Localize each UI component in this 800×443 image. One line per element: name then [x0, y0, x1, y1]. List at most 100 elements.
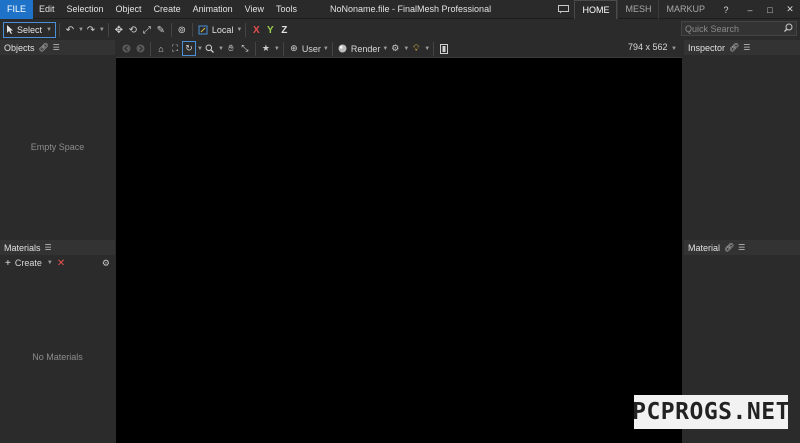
plus-icon[interactable]: + [5, 258, 11, 269]
chat-icon[interactable] [552, 0, 574, 19]
delete-icon[interactable]: ✕ [57, 258, 65, 269]
link-icon[interactable]: 🔗︎ [729, 43, 739, 52]
menu-object[interactable]: Object [110, 4, 148, 14]
menu-edit[interactable]: Edit [33, 4, 61, 14]
axis-y-toggle[interactable]: Y [263, 22, 277, 38]
create-material-button[interactable]: Create [15, 258, 42, 268]
watermark: PCPROGS.NET [632, 395, 789, 429]
chevron-down-icon[interactable]: ▼ [47, 260, 53, 266]
objects-panel-title: Objects [4, 42, 35, 53]
toolbar-divider [107, 23, 109, 37]
coordinate-space-label[interactable]: Local [210, 25, 236, 35]
move-icon[interactable]: ✥ [112, 22, 126, 38]
inspector-panel: Inspector 🔗︎ ☰ [684, 40, 800, 237]
light-bulb-icon[interactable]: 💡︎ [409, 41, 423, 56]
chevron-down-icon[interactable]: ▼ [99, 27, 105, 33]
toolbar-divider [331, 41, 333, 56]
maximize-button[interactable]: □ [760, 0, 780, 19]
quick-search-input[interactable] [685, 23, 780, 34]
materials-empty-text: No Materials [32, 352, 83, 362]
toolbar-divider [150, 41, 151, 56]
3d-viewport[interactable] [116, 57, 682, 443]
inspector-panel-header: Inspector 🔗︎ ☰ [684, 40, 800, 55]
titlebar-controls: HOME MESH MARKUP ? – □ ✕ [552, 0, 800, 19]
render-mode-label[interactable]: Render [350, 44, 382, 54]
chevron-down-icon[interactable]: ▼ [323, 46, 329, 52]
link-icon[interactable]: 🔗︎ [724, 243, 734, 252]
tab-markup[interactable]: MARKUP [658, 0, 712, 19]
quick-search [681, 21, 797, 36]
home-icon[interactable]: ⌂ [154, 41, 168, 56]
chevron-down-icon[interactable]: ▼ [236, 27, 242, 33]
cursor-icon [7, 24, 14, 36]
star-icon[interactable]: ★ [259, 41, 273, 56]
link-icon[interactable]: 🔗︎ [39, 43, 49, 52]
inspector-panel-title: Inspector [688, 42, 726, 53]
redo-icon[interactable]: ↷ [84, 22, 98, 38]
title-bar: FILE Edit Selection Object Create Animat… [0, 0, 800, 19]
pivot-icon[interactable]: ⊚ [175, 22, 189, 38]
search-icon[interactable] [784, 23, 793, 34]
toolbar-divider [191, 23, 193, 37]
materials-panel-header: Materials ☰ [0, 240, 115, 255]
select-tool-label: Select [17, 25, 43, 35]
back-icon[interactable] [119, 41, 133, 56]
toolbar-divider [433, 41, 435, 56]
toolbar-divider [245, 23, 247, 37]
rotate-icon[interactable]: ⟲ [126, 22, 140, 38]
fit-view-icon[interactable]: ⛶ [168, 41, 182, 56]
menu-view[interactable]: View [239, 4, 270, 14]
zoom-icon[interactable] [203, 41, 217, 56]
objects-panel: Objects 🔗︎ ☰ Empty Space [0, 40, 115, 237]
materials-panel-title: Materials [4, 242, 41, 253]
list-menu-icon[interactable]: ☰ [743, 43, 750, 52]
viewport-resolution[interactable]: 794 x 562 ▼ [628, 42, 677, 52]
menu-animation[interactable]: Animation [187, 4, 239, 14]
toolbar-divider [58, 23, 60, 37]
window-title: NoNoname.file - FinalMesh Professional [330, 4, 492, 14]
list-menu-icon[interactable]: ☰ [45, 243, 52, 252]
viewport-resolution-label: 794 x 562 [627, 42, 668, 52]
chevron-down-icon[interactable]: ▼ [424, 46, 430, 52]
chevron-down-icon: ▼ [671, 46, 677, 52]
forward-icon[interactable] [133, 41, 147, 56]
select-tool-button[interactable]: Select ▼ [3, 22, 56, 38]
main-toolbar: Select ▼ ↶ ▼ ↷ ▼ ✥ ⟲ ⤢ ✎ ⊚ Local ▼ X Y Z [0, 20, 800, 40]
coordinate-space-icon[interactable] [196, 22, 210, 38]
objects-empty-text: Empty Space [30, 142, 85, 152]
menu-create[interactable]: Create [148, 4, 187, 14]
axis-x-toggle[interactable]: X [249, 22, 263, 38]
axis-z-toggle[interactable]: Z [277, 22, 291, 38]
gear-icon[interactable]: ⚙ [102, 258, 110, 269]
file-menu-button[interactable]: FILE [0, 0, 33, 19]
list-menu-icon[interactable]: ☰ [53, 43, 60, 52]
orbit-icon[interactable]: ↻ [182, 41, 196, 56]
zoom-extents-icon[interactable]: ⤡ [238, 41, 252, 56]
tab-mesh[interactable]: MESH [617, 0, 658, 19]
camera-icon[interactable]: ⊕ [287, 41, 301, 56]
toolbar-divider [170, 23, 172, 37]
tab-home[interactable]: HOME [574, 0, 618, 19]
menu-tools[interactable]: Tools [270, 4, 303, 14]
minimize-button[interactable]: – [740, 0, 760, 19]
render-sphere-icon[interactable] [336, 41, 350, 56]
frame-icon[interactable] [437, 41, 451, 56]
chevron-down-icon[interactable]: ▼ [274, 46, 280, 52]
help-button[interactable]: ? [712, 0, 740, 19]
material-panel-header: Material 🔗︎ ☰ [684, 240, 800, 255]
toolbar-divider [282, 41, 284, 56]
scale-icon[interactable]: ⤢ [140, 22, 154, 38]
list-menu-icon[interactable]: ☰ [738, 243, 745, 252]
menu-bar: Edit Selection Object Create Animation V… [33, 0, 303, 19]
pan-hand-icon[interactable]: ✋︎ [224, 41, 238, 56]
chevron-down-icon: ▼ [46, 27, 52, 33]
camera-view-label[interactable]: User [301, 44, 322, 54]
edit-icon[interactable]: ✎ [154, 22, 168, 38]
material-panel-title: Material [688, 242, 721, 253]
materials-panel: Materials ☰ + Create ▼ ✕ ⚙ No Materials [0, 240, 115, 443]
materials-toolbar: + Create ▼ ✕ ⚙ [0, 255, 115, 271]
undo-icon[interactable]: ↶ [63, 22, 77, 38]
menu-selection[interactable]: Selection [61, 4, 110, 14]
close-button[interactable]: ✕ [780, 0, 800, 19]
gear-icon[interactable]: ⚙ [388, 41, 402, 56]
